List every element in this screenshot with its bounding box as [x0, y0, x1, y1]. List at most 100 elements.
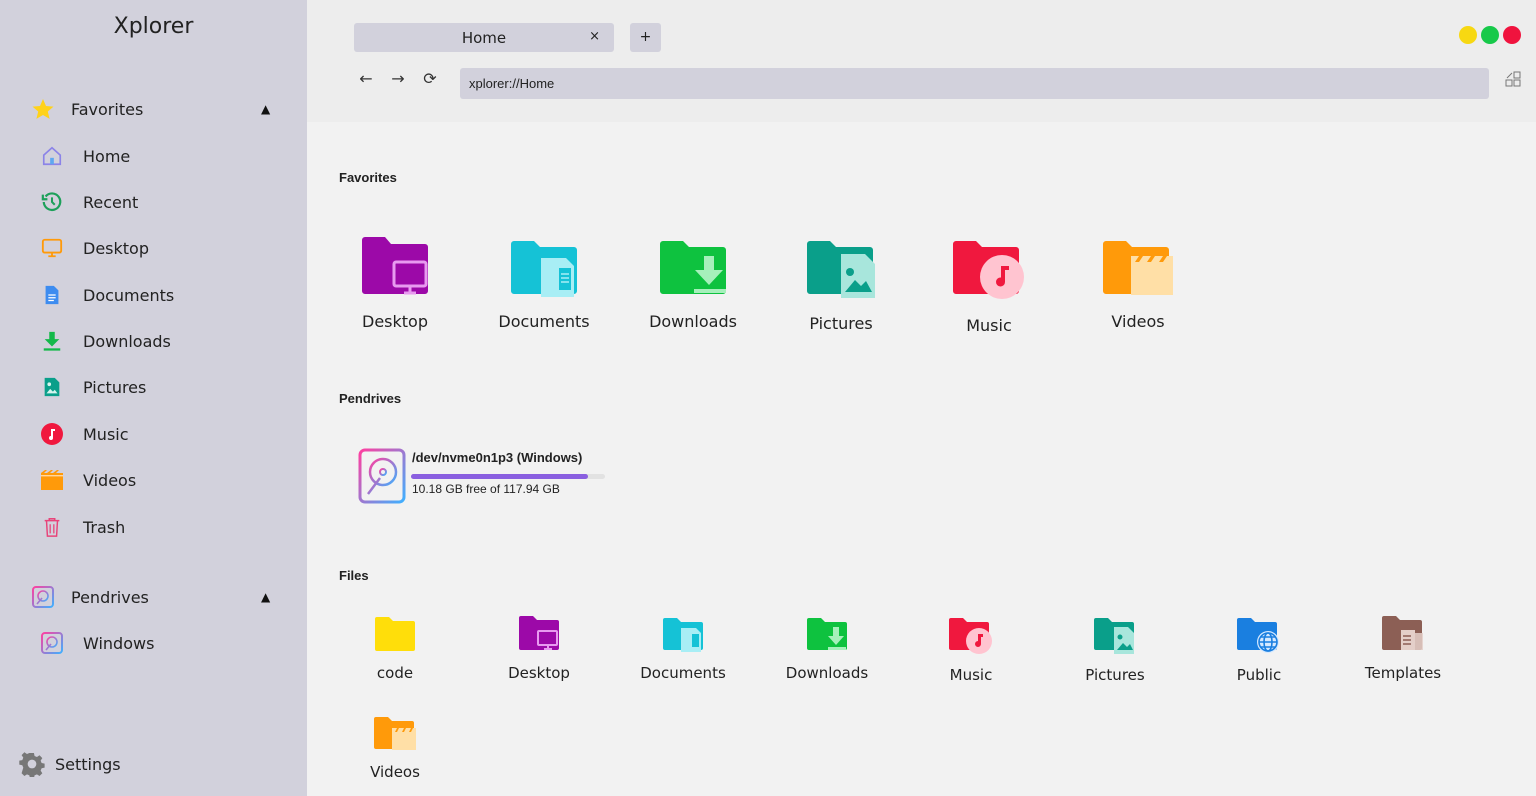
sidebar-item-downloads[interactable]: Downloads: [0, 323, 307, 359]
app-title: Xplorer: [113, 14, 194, 39]
favorite-videos[interactable]: Videos: [1078, 236, 1198, 331]
drive-icon: [40, 631, 64, 655]
favorite-downloads[interactable]: Downloads: [633, 236, 753, 331]
favorites-section-title: Favorites: [339, 170, 397, 185]
sidebar-pendrives-header[interactable]: Pendrives ▲: [0, 579, 307, 615]
file-item-pictures[interactable]: Pictures: [1055, 615, 1175, 684]
sidebar-item-label: Documents: [83, 285, 175, 305]
favorite-label: Pictures: [809, 314, 873, 333]
tab-home[interactable]: Home ×: [354, 23, 614, 52]
file-item-public[interactable]: Public: [1199, 615, 1319, 684]
file-label: Downloads: [785, 664, 869, 682]
file-item-templates[interactable]: Templates: [1343, 615, 1463, 682]
new-tab-button[interactable]: +: [630, 23, 661, 52]
file-item-videos[interactable]: Videos: [335, 714, 455, 781]
collapse-caret-icon[interactable]: ▲: [261, 590, 270, 604]
documents-icon: [40, 283, 64, 307]
sidebar-item-label: Music: [83, 424, 129, 444]
favorite-music[interactable]: Music: [929, 236, 1049, 335]
forward-button[interactable]: →: [387, 69, 409, 89]
file-label: Public: [1236, 666, 1282, 684]
drive-item-windows[interactable]: /dev/nvme0n1p3 (Windows) 10.18 GB free o…: [358, 448, 618, 506]
sidebar-item-windows[interactable]: Windows: [0, 625, 307, 661]
sidebar-section-label: Favorites: [71, 99, 144, 119]
address-text: xplorer://Home: [469, 76, 555, 91]
gear-icon: [19, 751, 45, 777]
sidebar-item-label: Downloads: [83, 331, 171, 351]
trash-icon: [40, 515, 64, 539]
refresh-button[interactable]: ⟳: [419, 69, 441, 89]
sidebar-item-desktop[interactable]: Desktop: [0, 230, 307, 266]
folder-desktop-icon: [362, 237, 428, 295]
settings-label: Settings: [55, 754, 121, 774]
file-item-music[interactable]: Music: [911, 615, 1031, 684]
folder-documents-icon: [663, 618, 703, 652]
drive-free-space: 10.18 GB free of 117.94 GB: [412, 482, 560, 496]
file-label: Desktop: [508, 664, 570, 682]
folder-documents-icon: [511, 241, 577, 297]
folder-videos-icon: [374, 717, 416, 750]
drive-icon: [31, 585, 55, 609]
drive-usage-fill: [411, 474, 589, 479]
sidebar-item-label: Pictures: [83, 377, 147, 397]
sidebar-item-label: Home: [83, 146, 131, 166]
minimize-button[interactable]: [1459, 26, 1477, 44]
folder-desktop-icon: [519, 616, 559, 650]
star-icon: [31, 97, 55, 121]
file-item-documents[interactable]: Documents: [623, 615, 743, 682]
close-window-button[interactable]: [1503, 26, 1521, 44]
file-label: Documents: [640, 664, 726, 682]
favorite-label: Music: [966, 316, 1012, 335]
toolbar: [307, 0, 1536, 122]
recent-icon: [40, 190, 64, 214]
files-section-title: Files: [339, 568, 369, 583]
sidebar-item-music[interactable]: Music: [0, 416, 307, 452]
sidebar-section-label: Pendrives: [71, 587, 149, 607]
home-icon: [40, 144, 64, 168]
favorite-label: Documents: [498, 312, 590, 331]
sidebar-item-documents[interactable]: Documents: [0, 277, 307, 313]
file-item-desktop[interactable]: Desktop: [479, 615, 599, 682]
collapse-caret-icon[interactable]: ▲: [261, 102, 270, 116]
sidebar-favorites-header[interactable]: Favorites ▲: [0, 91, 307, 127]
folder-music-icon: [953, 241, 1024, 299]
file-label: Videos: [370, 763, 420, 781]
sidebar-item-home[interactable]: Home: [0, 138, 307, 174]
address-bar[interactable]: xplorer://Home: [460, 68, 1489, 99]
folder-pictures-icon: [1094, 618, 1134, 654]
sidebar-item-pictures[interactable]: Pictures: [0, 369, 307, 405]
file-label: Templates: [1364, 664, 1442, 682]
sidebar-item-label: Windows: [83, 633, 155, 653]
downloads-icon: [40, 329, 64, 353]
file-item-code[interactable]: code: [335, 615, 455, 682]
desktop-icon: [40, 236, 64, 260]
music-icon: [40, 422, 64, 446]
sidebar-item-trash[interactable]: Trash: [0, 509, 307, 545]
sidebar-item-label: Recent: [83, 192, 139, 212]
favorite-label: Desktop: [362, 312, 428, 331]
folder-downloads-icon: [807, 618, 847, 650]
file-label: code: [376, 664, 414, 682]
file-item-downloads[interactable]: Downloads: [767, 615, 887, 682]
sidebar-item-label: Desktop: [83, 238, 149, 258]
file-label: Pictures: [1085, 666, 1145, 684]
settings-button[interactable]: Settings: [0, 746, 307, 782]
favorite-pictures[interactable]: Pictures: [781, 236, 901, 333]
sidebar-item-videos[interactable]: Videos: [0, 462, 307, 498]
sidebar-item-recent[interactable]: Recent: [0, 184, 307, 220]
folder-public-icon: [1237, 618, 1279, 653]
close-tab-icon[interactable]: ×: [589, 29, 600, 44]
favorite-desktop[interactable]: Desktop: [335, 236, 455, 331]
folder-templates-icon: [1382, 616, 1423, 650]
favorite-documents[interactable]: Documents: [484, 236, 604, 331]
sidebar-item-label: Trash: [83, 517, 126, 537]
layout-toggle-icon[interactable]: [1505, 71, 1521, 87]
folder-music-icon: [949, 618, 992, 654]
favorite-label: Downloads: [649, 312, 737, 331]
tab-label: Home: [461, 29, 507, 47]
maximize-button[interactable]: [1481, 26, 1499, 44]
folder-downloads-icon: [660, 241, 726, 294]
favorite-label: Videos: [1111, 312, 1165, 331]
folder-videos-icon: [1103, 241, 1173, 295]
back-button[interactable]: ←: [355, 69, 377, 89]
